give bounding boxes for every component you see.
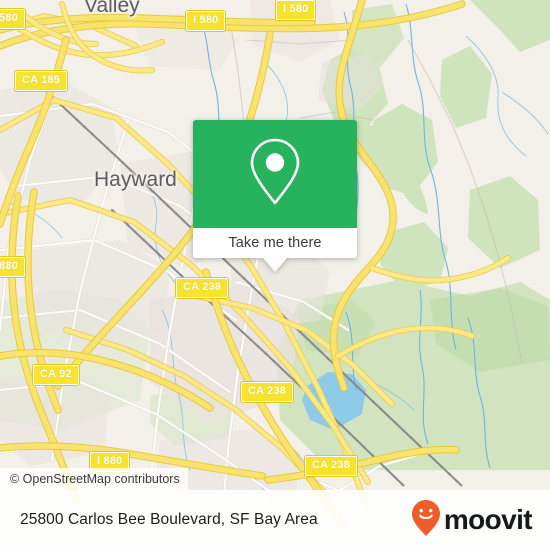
highway-shield-ca185: CA 185 bbox=[13, 70, 69, 92]
take-me-there-label: Take me there bbox=[228, 235, 322, 251]
place-label-valley: Valley bbox=[84, 0, 140, 17]
callout-header bbox=[193, 120, 357, 228]
highway-shield-580: 580 bbox=[0, 8, 26, 30]
osm-attribution-text: © OpenStreetMap contributors bbox=[10, 472, 180, 486]
moovit-logo[interactable]: moovit bbox=[411, 499, 533, 542]
highway-shield-i580-b: I 580 bbox=[184, 10, 227, 32]
address-label: 25800 Carlos Bee Boulevard, SF Bay Area bbox=[20, 511, 318, 528]
callout-pointer bbox=[263, 258, 287, 272]
highway-shield-ca238-c: CA 238 bbox=[303, 455, 359, 477]
osm-attribution[interactable]: © OpenStreetMap contributors bbox=[0, 468, 188, 490]
map-screenshot: .park { fill:#cfe3bd; } .parkdark { fill… bbox=[0, 0, 550, 550]
footer-bar: 25800 Carlos Bee Boulevard, SF Bay Area … bbox=[0, 490, 550, 550]
highway-shield-ca238-a: CA 238 bbox=[174, 277, 230, 299]
moovit-wordmark: moovit bbox=[443, 504, 533, 535]
location-callout[interactable]: Take me there bbox=[193, 120, 357, 272]
highway-shield-i580-a: I 580 bbox=[274, 0, 317, 21]
location-pin-icon bbox=[247, 136, 303, 213]
highway-shield-ca92: CA 92 bbox=[32, 364, 80, 386]
place-label-hayward: Hayward bbox=[94, 168, 177, 191]
take-me-there-button[interactable]: Take me there bbox=[193, 228, 357, 258]
highway-shield-ca238-b: CA 238 bbox=[239, 381, 295, 403]
moovit-pin-smile-icon bbox=[411, 499, 441, 542]
highway-shield-880: 880 bbox=[0, 256, 26, 278]
